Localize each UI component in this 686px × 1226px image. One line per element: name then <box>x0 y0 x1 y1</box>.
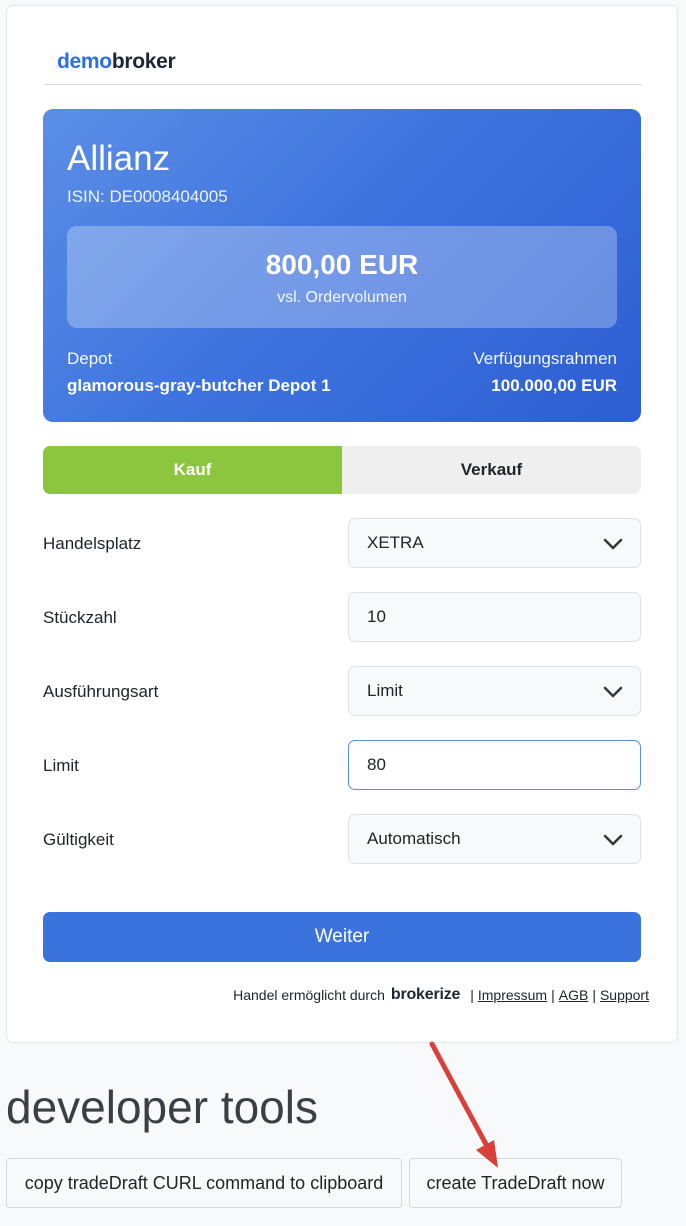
impressum-link[interactable]: Impressum <box>478 987 547 1003</box>
annotation-arrow-icon <box>429 1041 498 1168</box>
validity-select[interactable]: Automatisch <box>348 814 641 864</box>
quantity-input-value: 10 <box>367 607 386 626</box>
tab-buy[interactable]: Kauf <box>43 446 342 494</box>
depot-name: glamorous-gray-butcher Depot 1 <box>67 376 331 395</box>
exchange-label: Handelsplatz <box>43 534 142 553</box>
chevron-down-icon <box>603 686 623 698</box>
chevron-down-icon <box>603 834 623 846</box>
demobroker-logo: demobroker <box>57 50 176 74</box>
limit-label: Limit <box>43 756 79 775</box>
footer-separator: | <box>592 987 596 1003</box>
exchange-select-value: XETRA <box>367 533 424 552</box>
instrument-isin: ISIN: DE0008404005 <box>67 187 228 206</box>
order-volume-label: vsl. Ordervolumen <box>277 289 407 306</box>
continue-button[interactable]: Weiter <box>43 912 641 962</box>
chevron-down-icon <box>603 538 623 550</box>
buying-power-label: Verfügungsrahmen <box>473 349 617 368</box>
footer: Handel ermöglicht durch brokerize | Impr… <box>233 986 649 1004</box>
quantity-input[interactable]: 10 <box>348 592 641 642</box>
order-type-select[interactable]: Limit <box>348 666 641 716</box>
copy-curl-button[interactable]: copy tradeDraft CURL command to clipboar… <box>6 1158 402 1208</box>
order-type-label: Ausführungsart <box>43 682 159 701</box>
order-type-select-value: Limit <box>367 681 403 700</box>
quantity-label: Stückzahl <box>43 608 117 627</box>
header-divider <box>44 84 642 85</box>
exchange-select[interactable]: XETRA <box>348 518 641 568</box>
tab-sell[interactable]: Verkauf <box>342 446 641 494</box>
logo-part-demo: demo <box>57 50 112 73</box>
logo-part-broker: broker <box>111 50 176 73</box>
limit-input[interactable]: 80 <box>348 740 641 790</box>
buying-power-value: 100.000,00 EUR <box>491 376 617 395</box>
instrument-card: Allianz ISIN: DE0008404005 800,00 EUR vs… <box>43 109 641 422</box>
validity-label: Gültigkeit <box>43 830 114 849</box>
developer-tools-heading: developer tools <box>6 1081 318 1133</box>
footer-enabled-by: Handel ermöglicht durch <box>233 987 385 1003</box>
agb-link[interactable]: AGB <box>559 987 589 1003</box>
order-volume-box: 800,00 EUR vsl. Ordervolumen <box>67 226 617 328</box>
buy-sell-toggle: Kauf Verkauf <box>43 446 641 494</box>
validity-select-value: Automatisch <box>367 829 461 848</box>
order-volume-value: 800,00 EUR <box>265 249 419 280</box>
support-link[interactable]: Support <box>600 987 649 1003</box>
depot-label: Depot <box>67 349 113 368</box>
footer-separator: | <box>551 987 555 1003</box>
brokerize-logo: brokerize <box>390 986 461 1003</box>
instrument-name: Allianz <box>67 139 171 178</box>
limit-input-value: 80 <box>367 755 386 774</box>
footer-separator: | <box>470 987 474 1003</box>
